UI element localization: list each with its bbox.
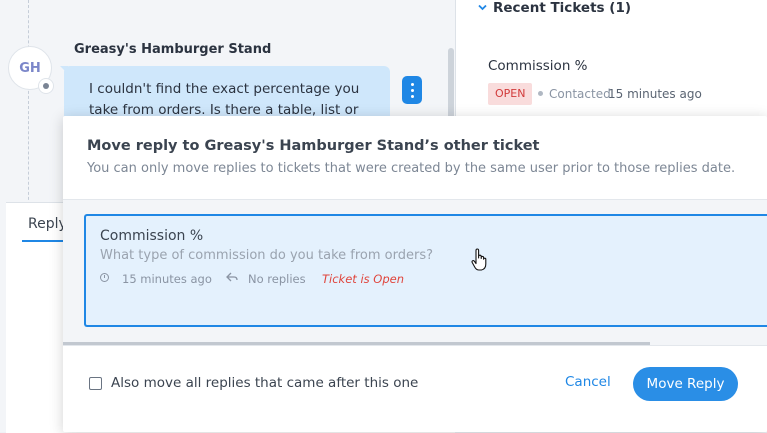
more-vertical-icon[interactable] bbox=[402, 76, 422, 104]
reply-icon bbox=[226, 272, 238, 285]
user-icon bbox=[38, 78, 54, 94]
contacted-label: Contacted bbox=[549, 87, 611, 101]
cancel-button[interactable]: Cancel bbox=[565, 374, 611, 390]
move-reply-button[interactable]: Move Reply bbox=[633, 367, 738, 401]
status-badge: OPEN bbox=[488, 83, 533, 105]
recent-ticket-title[interactable]: Commission % bbox=[488, 58, 588, 74]
chevron-down-icon[interactable] bbox=[477, 2, 488, 16]
modal-subtitle: You can only move replies to tickets tha… bbox=[87, 161, 736, 176]
timeline-line bbox=[28, 0, 29, 210]
move-reply-modal: Move reply to Greasy's Hamburger Stand’s… bbox=[63, 116, 767, 432]
checkbox-label[interactable]: Also move all replies that came after th… bbox=[111, 375, 418, 391]
modal-title: Move reply to Greasy's Hamburger Stand’s… bbox=[87, 138, 540, 154]
ticket-option-replies: No replies bbox=[248, 272, 306, 286]
message-bubble: I couldn't find the exact percentage you… bbox=[64, 66, 390, 122]
divider bbox=[63, 345, 767, 346]
tab-reply[interactable]: Reply bbox=[28, 216, 67, 232]
ticket-option-status: Ticket is Open bbox=[322, 272, 404, 286]
contacted-time: 15 minutes ago bbox=[608, 87, 702, 101]
ticket-option-time: 15 minutes ago bbox=[122, 272, 212, 286]
recent-tickets-header[interactable]: Recent Tickets (1) bbox=[493, 0, 631, 16]
move-following-checkbox[interactable] bbox=[89, 377, 102, 390]
tab-reply-indicator bbox=[22, 240, 68, 242]
hand-pointer-cursor bbox=[470, 248, 490, 276]
ticket-option-title: Commission % bbox=[100, 228, 204, 244]
sender-name: Greasy's Hamburger Stand bbox=[74, 42, 272, 57]
separator-dot bbox=[538, 91, 543, 96]
ticket-option-subtitle: What type of commission do you take from… bbox=[100, 248, 433, 263]
clock-icon bbox=[100, 273, 109, 282]
